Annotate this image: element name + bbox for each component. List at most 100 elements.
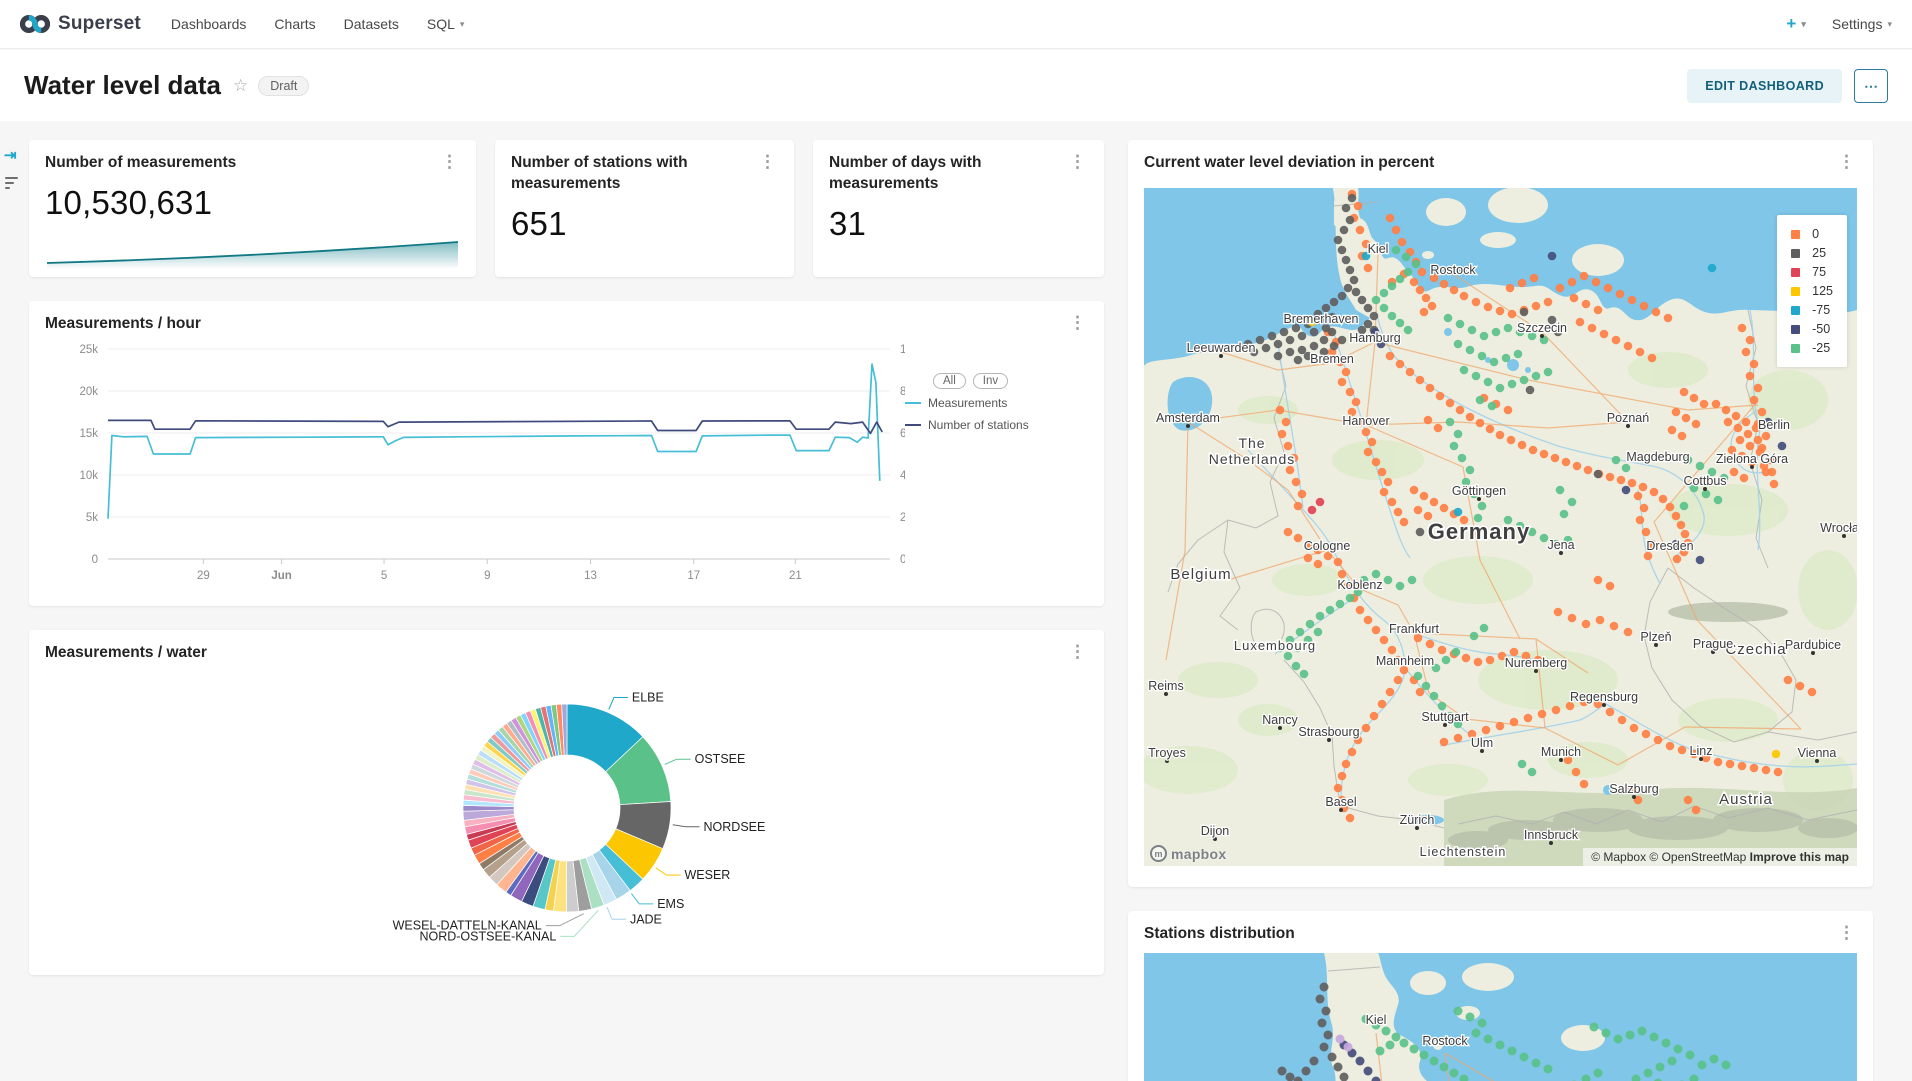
- slice-label: JADE: [630, 912, 662, 926]
- more-options-icon[interactable]: ⋮: [1836, 924, 1857, 941]
- card-measurements-per-hour: Measurements / hour ⋮ 005k20010k40015k60…: [29, 301, 1104, 606]
- legend-entry[interactable]: Number of stations: [905, 418, 1095, 432]
- more-options-icon[interactable]: ⋮: [1067, 153, 1088, 170]
- station-dot: [1342, 256, 1351, 265]
- station-dot: [1412, 260, 1421, 269]
- dashboard-more-button[interactable]: ⋯: [1854, 69, 1888, 103]
- station-dot: [1388, 282, 1397, 291]
- y-axis-left-tick: 10k: [79, 470, 98, 482]
- station-dot: [1666, 742, 1675, 751]
- map-legend-row: -75: [1791, 303, 1833, 317]
- stations-map[interactable]: KielRostockBremerhaven: [1144, 953, 1857, 1081]
- legend-all-button[interactable]: All: [933, 373, 966, 389]
- more-options-icon[interactable]: ⋮: [1067, 643, 1088, 660]
- station-dot: [1334, 1063, 1343, 1072]
- legend-swatch: [1791, 230, 1800, 239]
- station-dot: [1640, 504, 1649, 513]
- station-dot: [1506, 284, 1515, 293]
- station-dot: [1480, 624, 1489, 633]
- legend-inv-button[interactable]: Inv: [973, 373, 1008, 389]
- legend-entries: Measurements Number of stations: [905, 396, 1095, 432]
- station-dot: [1466, 466, 1475, 475]
- filter-icon[interactable]: [5, 177, 18, 192]
- legend-value: 75: [1812, 265, 1826, 279]
- station-dot: [1442, 656, 1451, 665]
- mapbox-logo[interactable]: m mapbox: [1150, 845, 1226, 862]
- station-dot: [1386, 214, 1395, 223]
- station-dot: [1338, 772, 1347, 781]
- city-label: Munich: [1541, 745, 1581, 759]
- edit-dashboard-button[interactable]: EDIT DASHBOARD: [1687, 69, 1842, 103]
- more-options-icon[interactable]: ⋮: [757, 153, 778, 170]
- add-new-button[interactable]: +▾: [1786, 14, 1805, 34]
- station-dot: [1628, 296, 1637, 305]
- x-axis-label: 13: [584, 570, 597, 582]
- more-options-icon[interactable]: ⋮: [1067, 314, 1088, 331]
- station-dot: [1520, 308, 1529, 317]
- station-dot: [1330, 298, 1339, 307]
- deviation-map[interactable]: TheNetherlandsBelgiumGermanyLuxembourgCz…: [1144, 188, 1857, 866]
- card-title: Stations distribution: [1144, 924, 1295, 945]
- station-dot: [1350, 276, 1359, 285]
- station-dot: [1626, 1031, 1635, 1040]
- nav-sql[interactable]: SQL▾: [427, 16, 465, 32]
- line-chart[interactable]: 005k20010k40015k60020k80025k1k29Jun59131…: [35, 339, 905, 591]
- station-dot: [1298, 332, 1307, 341]
- station-dot: [1364, 264, 1373, 273]
- city-label: Cottbus: [1683, 474, 1726, 488]
- station-dot: [1342, 368, 1351, 377]
- station-dot: [1726, 760, 1735, 769]
- card-number-of-measurements: Number of measurements ⋮ 10,530,631: [29, 140, 476, 277]
- city-label: Reims: [1148, 679, 1183, 693]
- donut-chart[interactable]: ELBEOSTSEENORDSEEWESEREMSJADENORD-OSTSEE…: [29, 668, 1104, 964]
- city-label: Ulm: [1471, 736, 1493, 750]
- station-dot: [1654, 736, 1663, 745]
- station-dot: [1504, 406, 1513, 415]
- station-dot: [1378, 700, 1387, 709]
- station-dot: [1772, 750, 1781, 759]
- station-dot: [1456, 406, 1465, 415]
- station-dot: [1414, 506, 1423, 515]
- nav-charts[interactable]: Charts: [274, 16, 315, 32]
- card-header: Current water level deviation in percent…: [1128, 140, 1873, 178]
- big-number-value: 651: [495, 199, 794, 243]
- superset-logo[interactable]: Superset: [20, 13, 141, 35]
- legend-value: 25: [1812, 246, 1826, 260]
- label-leader-line: [609, 697, 628, 709]
- station-dot: [1778, 442, 1787, 451]
- label-leader-line: [607, 907, 626, 919]
- station-dot: [1446, 418, 1455, 427]
- station-dot: [1440, 280, 1449, 289]
- station-dot: [1496, 431, 1505, 440]
- expand-filter-bar-icon[interactable]: ⇥: [4, 146, 17, 164]
- station-dot: [1510, 718, 1519, 727]
- station-dot: [1334, 558, 1343, 567]
- station-dot: [1450, 286, 1459, 295]
- station-dot: [1596, 616, 1605, 625]
- city-label: Kiel: [1366, 1013, 1387, 1027]
- station-dot: [1340, 226, 1349, 235]
- station-dot: [1362, 428, 1371, 437]
- y-axis-left-tick: 15k: [79, 428, 98, 440]
- more-options-icon[interactable]: ⋮: [1836, 153, 1857, 170]
- station-dot: [1742, 348, 1751, 357]
- card-title: Number of stations with measurements: [511, 153, 731, 195]
- station-dot: [1594, 1069, 1603, 1078]
- nav-dashboards[interactable]: Dashboards: [171, 16, 247, 32]
- settings-menu[interactable]: Settings▾: [1832, 16, 1892, 32]
- city-label: Innsbruck: [1524, 828, 1579, 842]
- improve-map-link[interactable]: Improve this map: [1750, 850, 1849, 864]
- station-dot: [1618, 716, 1627, 725]
- more-options-icon[interactable]: ⋮: [439, 153, 460, 170]
- nav-datasets[interactable]: Datasets: [344, 16, 399, 32]
- station-dot: [1518, 441, 1527, 450]
- legend-entry[interactable]: Measurements: [905, 396, 1095, 410]
- city-label: Nuremberg: [1505, 656, 1568, 670]
- card-title: Current water level deviation in percent: [1144, 153, 1434, 174]
- favorite-star-icon[interactable]: ☆: [233, 76, 248, 96]
- station-dot: [1754, 436, 1763, 445]
- station-dot: [1508, 380, 1517, 389]
- station-dot: [1650, 488, 1659, 497]
- station-dot: [1552, 706, 1561, 715]
- station-dot: [1306, 620, 1315, 629]
